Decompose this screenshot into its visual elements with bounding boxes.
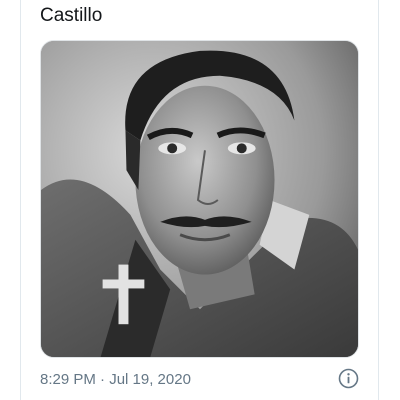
- tweet-timestamp[interactable]: 8:29 PM · Jul 19, 2020: [40, 370, 191, 390]
- info-button[interactable]: [338, 368, 359, 389]
- column-border-left: [20, 0, 21, 400]
- tweet-photo[interactable]: [40, 40, 359, 358]
- portrait-photo-image: [41, 41, 358, 357]
- tweet-text: Castillo: [40, 5, 103, 26]
- info-icon: [338, 368, 359, 389]
- tweet-detail: Castillo 8:29 PM · Jul 19, 2020: [0, 0, 400, 400]
- column-border-right: [378, 0, 379, 400]
